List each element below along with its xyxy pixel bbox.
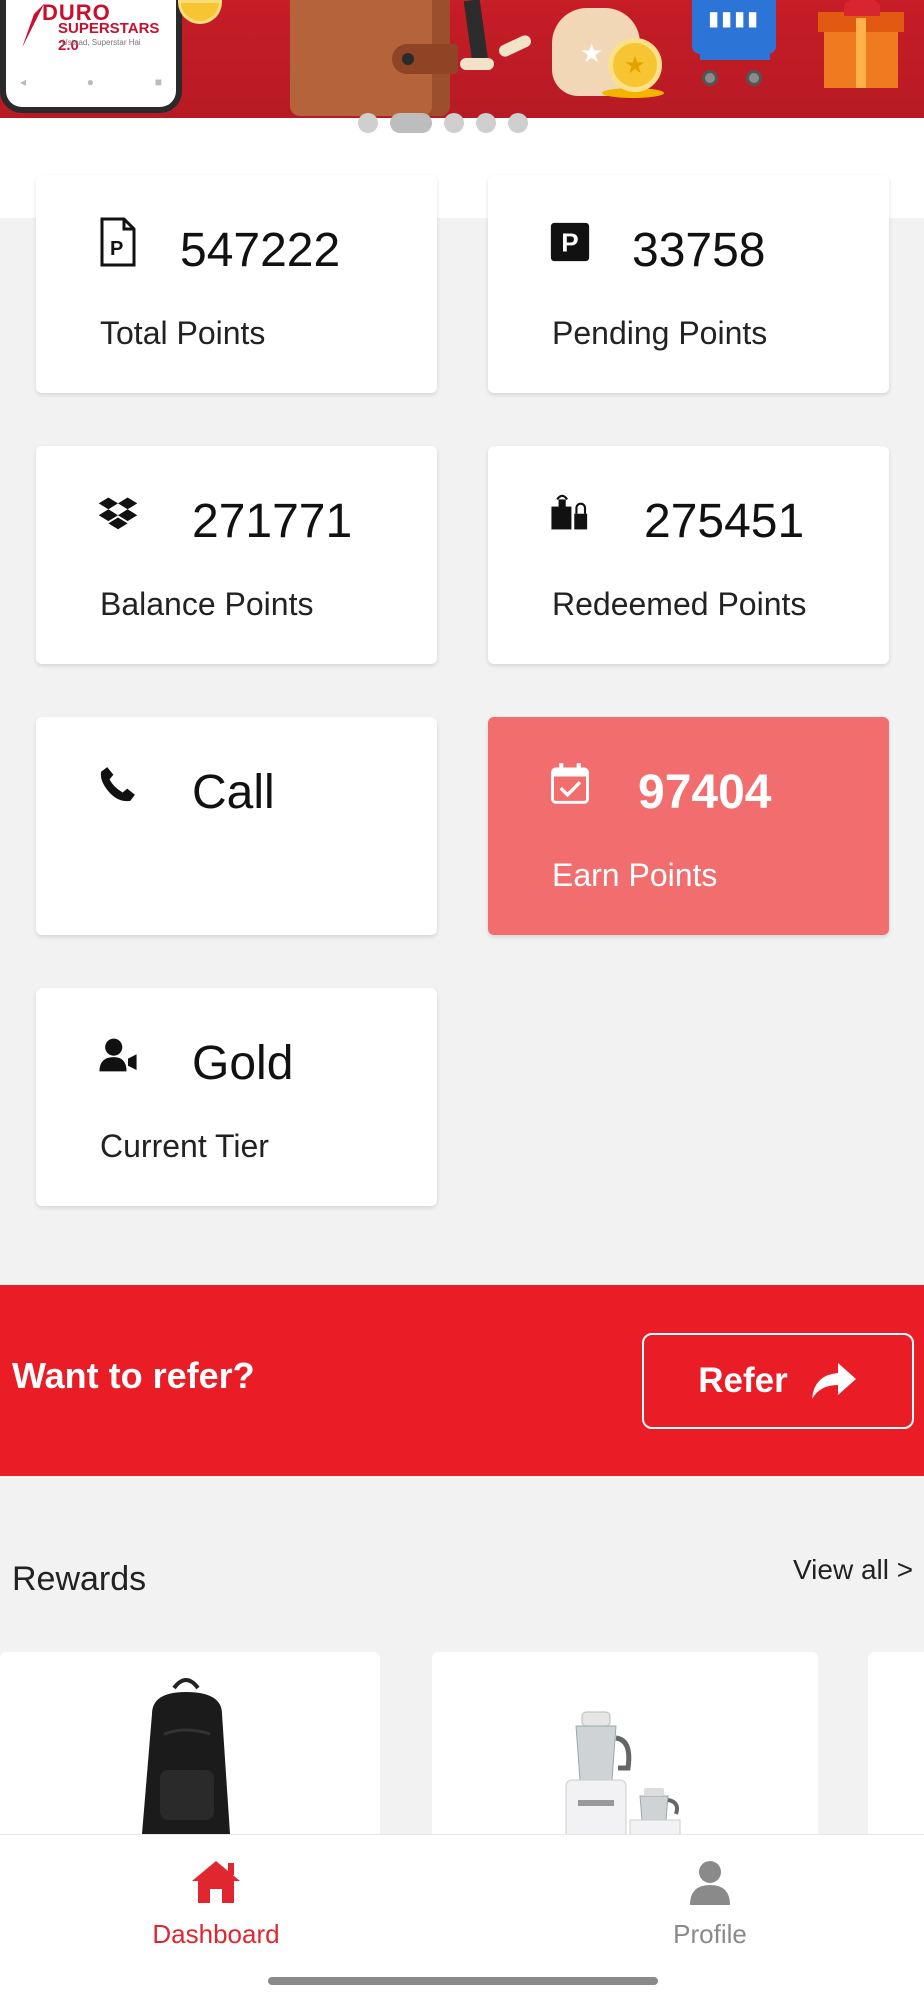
call-card[interactable]: Call — [36, 717, 437, 935]
pending-points-label: Pending Points — [552, 315, 768, 351]
system-home-indicator[interactable] — [268, 1977, 658, 1985]
phone-icon — [98, 761, 138, 807]
current-tier-label: Current Tier — [100, 1128, 269, 1164]
svg-text:P: P — [561, 228, 578, 258]
carousel-dot-active[interactable] — [390, 113, 432, 133]
rewards-section-title: Rewards — [12, 1560, 147, 1598]
refer-button-label: Refer — [698, 1361, 788, 1400]
square-glyph-icon: ■ — [154, 75, 162, 89]
nav-dashboard-label: Dashboard — [152, 1919, 280, 1949]
mixer-grinder-image — [565, 1711, 681, 1838]
current-tier-card[interactable]: Gold Current Tier — [36, 988, 437, 1206]
promo-banner[interactable]: DURO SUPERSTARS 2.0 Ustaad, Superstar Ha… — [0, 0, 924, 118]
shopping-cart-icon: ▮▮▮▮ — [692, 0, 776, 54]
total-points-card[interactable]: P 547222 Total Points — [36, 175, 437, 393]
nav-profile-label: Profile — [673, 1919, 747, 1949]
carousel-dot[interactable] — [476, 113, 496, 133]
view-all-link[interactable]: View all > — [793, 1554, 913, 1586]
earn-points-card[interactable]: 97404 Earn Points — [488, 717, 889, 935]
dashboard-screen: DURO SUPERSTARS 2.0 Ustaad, Superstar Ha… — [0, 0, 924, 2000]
carousel-dot[interactable] — [508, 113, 528, 133]
svg-text:P: P — [110, 238, 123, 260]
redeemed-points-value: 275451 — [644, 495, 805, 548]
carousel-dot[interactable] — [444, 113, 464, 133]
cart-base-illustration — [700, 54, 770, 60]
wallet-illustration — [290, 0, 458, 116]
total-points-value: 547222 — [180, 224, 341, 277]
pending-points-card[interactable]: P 33758 Pending Points — [488, 175, 889, 393]
cart-wheel-icon — [702, 70, 718, 86]
earn-points-value: 97404 — [638, 766, 772, 819]
total-points-label: Total Points — [100, 315, 266, 351]
calendar-check-icon — [550, 761, 590, 807]
logo-card-controls: ◂ ● ■ — [20, 75, 162, 89]
redeemed-points-card[interactable]: 275451 Redeemed Points — [488, 446, 889, 664]
parking-p-icon: P — [550, 219, 590, 265]
back-glyph-icon: ◂ — [20, 75, 27, 89]
carousel-dots — [358, 113, 528, 133]
refer-button[interactable]: Refer — [642, 1333, 914, 1429]
logo-tagline: Ustaad, Superstar Hai — [62, 38, 141, 47]
document-p-icon: P — [98, 217, 138, 267]
balance-points-value: 271771 — [192, 495, 353, 548]
home-glyph-icon: ● — [86, 75, 95, 89]
nav-profile[interactable]: Profile — [610, 1859, 810, 1950]
gift-lock-icon — [550, 490, 590, 536]
dropbox-icon — [98, 490, 138, 536]
star-coin-icon: ★ — [608, 38, 662, 92]
call-value: Call — [192, 766, 275, 819]
star-icon: ★ — [580, 38, 604, 68]
brand-logo-card: DURO SUPERSTARS 2.0 Ustaad, Superstar Ha… — [0, 0, 182, 113]
cart-wheel-icon — [746, 70, 762, 86]
person-icon — [690, 1861, 730, 1905]
pending-points-value: 33758 — [632, 224, 766, 277]
carousel-dot[interactable] — [358, 113, 378, 133]
current-tier-value: Gold — [192, 1037, 294, 1090]
backpack-image — [142, 1678, 230, 1842]
share-arrow-icon — [811, 1363, 856, 1399]
user-tier-icon — [98, 1032, 138, 1078]
balance-points-card[interactable]: 271771 Balance Points — [36, 446, 437, 664]
bottom-navigation: Dashboard Profile — [0, 1834, 924, 2000]
refer-prompt: Want to refer? — [12, 1355, 255, 1396]
gift-box-icon — [818, 0, 904, 88]
balance-points-label: Balance Points — [100, 586, 314, 622]
earn-points-label: Earn Points — [552, 857, 718, 893]
logo-subtitle: SUPERSTARS 2.0 — [58, 20, 160, 54]
home-icon — [192, 1861, 240, 1903]
refer-banner: Want to refer? Refer — [0, 1285, 924, 1476]
nav-dashboard[interactable]: Dashboard — [116, 1859, 316, 1950]
redeemed-points-label: Redeemed Points — [552, 586, 807, 622]
shoe-illustration — [460, 58, 494, 70]
